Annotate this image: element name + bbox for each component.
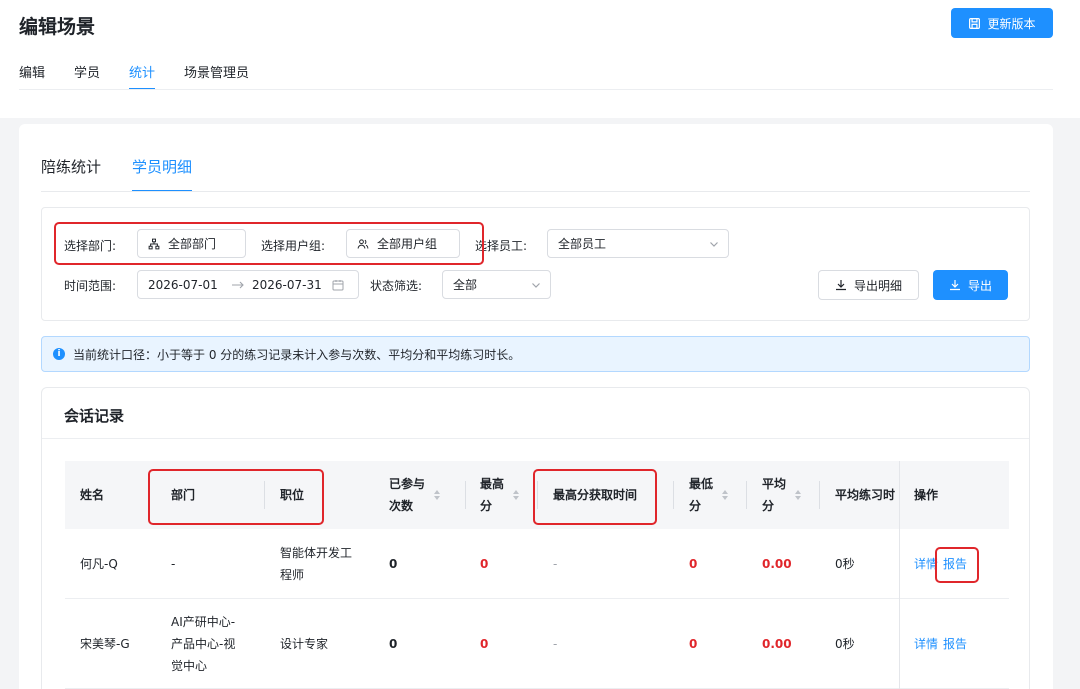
cell-max-score: 0 [480, 557, 489, 571]
cell-avg-score: 0.00 [762, 637, 792, 651]
sort-icon[interactable] [794, 489, 802, 501]
top-bar: 编辑场景 更新版本 编辑 学员 统计 场景管理员 [0, 0, 1080, 118]
session-records-panel: 会话记录 姓名 部门 职位 已参与 次数 最高分 最高分获取时间 最低分 平均 … [41, 387, 1030, 689]
column-separator [673, 481, 674, 509]
status-select-value: 全部 [453, 278, 478, 292]
column-separator [746, 481, 747, 509]
table-row: 何凡-Q - 智能体开发工 程师 0 0 - 0 0.00 0秒 详情 报告 [65, 529, 1009, 599]
status-select[interactable]: 全部 [442, 270, 551, 299]
column-separator [819, 481, 820, 509]
chevron-down-icon [710, 242, 718, 247]
top-tabs: 编辑 学员 统计 场景管理员 [19, 62, 278, 90]
cell-avg-duration: 0秒 [835, 637, 855, 651]
chevron-down-icon [532, 283, 540, 288]
download-icon [949, 280, 960, 291]
cell-avg-duration: 0秒 [835, 557, 855, 571]
page-title: 编辑场景 [19, 16, 96, 38]
export-detail-button[interactable]: 导出明细 [818, 270, 919, 300]
annotation-highlight-dept-position [148, 469, 324, 525]
export-label: 导出 [967, 278, 992, 293]
calendar-icon [332, 280, 344, 291]
arrow-right-icon [232, 281, 244, 289]
export-button[interactable]: 导出 [933, 270, 1008, 300]
column-participation-count-label: 已参与 次数 [389, 477, 426, 513]
cell-department: AI产研中心- 产品中心-视 觉中心 [171, 615, 236, 673]
column-max-score[interactable]: 最高分 [480, 461, 520, 529]
date-range-picker[interactable]: 2026-07-01 2026-07-31 [137, 270, 359, 299]
subtab-student-detail[interactable]: 学员明细 [132, 156, 193, 192]
save-icon [969, 17, 981, 29]
sort-icon[interactable] [721, 489, 729, 501]
date-start[interactable]: 2026-07-01 [148, 278, 218, 292]
column-actions: 操作 [914, 488, 939, 502]
update-version-button[interactable]: 更新版本 [951, 8, 1053, 38]
stats-notice: i 当前统计口径：小于等于 0 分的练习记录未计入参与次数、平均分和平均练习时长… [41, 336, 1030, 372]
status-filter-label: 状态筛选: [370, 279, 423, 293]
export-detail-label: 导出明细 [853, 278, 902, 293]
column-avg-score-label: 平均分 [762, 477, 787, 513]
sort-icon[interactable] [512, 489, 520, 501]
cell-participation-count: 0 [389, 557, 398, 571]
column-avg-duration: 平均练习时 [835, 488, 896, 502]
cell-max-score: 0 [480, 637, 489, 651]
notice-text: 当前统计口径：小于等于 0 分的练习记录未计入参与次数、平均分和平均练习时长。 [73, 347, 521, 362]
tab-students[interactable]: 学员 [74, 62, 100, 90]
info-icon: i [53, 348, 65, 360]
cell-actions: 详情 报告 [914, 633, 972, 655]
annotation-highlight-report [935, 547, 979, 583]
cell-position: 设计专家 [280, 637, 329, 651]
column-min-score-label: 最低分 [689, 477, 714, 513]
cell-max-score-time: - [553, 637, 558, 651]
cell-participation-count: 0 [389, 637, 398, 651]
staff-select-value: 全部员工 [558, 237, 607, 251]
cell-name: 宋美琴-G [80, 637, 130, 651]
tab-edit[interactable]: 编辑 [19, 62, 45, 90]
table-row: 宋美琴-G AI产研中心- 产品中心-视 觉中心 设计专家 0 0 - 0 0.00… [65, 599, 1009, 689]
cell-position: 智能体开发工 程师 [280, 546, 353, 582]
cell-min-score: 0 [689, 557, 698, 571]
column-participation-count[interactable]: 已参与 次数 [389, 461, 441, 529]
cell-min-score: 0 [689, 637, 698, 651]
detail-link[interactable]: 详情 [914, 633, 938, 655]
download-icon [835, 280, 846, 291]
annotation-highlight-max-time [533, 469, 657, 525]
subtab-training-stats[interactable]: 陪练统计 [41, 156, 101, 192]
fixed-column-shadow [899, 529, 900, 599]
column-name: 姓名 [80, 488, 105, 502]
date-end[interactable]: 2026-07-31 [252, 278, 322, 292]
cell-avg-score: 0.00 [762, 557, 792, 571]
tab-scene-admins[interactable]: 场景管理员 [184, 62, 249, 90]
fixed-column-shadow [899, 461, 900, 529]
records-title: 会话记录 [64, 407, 125, 425]
sort-icon[interactable] [433, 489, 441, 501]
content-card: 陪练统计 学员明细 选择部门: 全部部门 选择用户组: 全部用户组 选择员工: … [19, 124, 1053, 689]
filter-panel: 选择部门: 全部部门 选择用户组: 全部用户组 选择员工: 全部员工 时间范围:… [41, 207, 1030, 321]
cell-max-score-time: - [553, 557, 558, 571]
sub-tabs: 陪练统计 学员明细 [41, 156, 223, 192]
cell-department: - [171, 557, 176, 571]
column-max-score-label: 最高分 [480, 477, 505, 513]
column-separator [465, 481, 466, 509]
update-version-label: 更新版本 [987, 16, 1036, 31]
time-range-label: 时间范围: [64, 279, 117, 293]
report-link[interactable]: 报告 [943, 633, 967, 655]
fixed-column-shadow [899, 599, 900, 689]
tab-statistics[interactable]: 统计 [129, 62, 156, 90]
staff-select[interactable]: 全部员工 [547, 229, 729, 258]
column-min-score[interactable]: 最低分 [689, 461, 729, 529]
divider [19, 89, 1053, 90]
cell-name: 何凡-Q [80, 557, 118, 571]
divider [42, 438, 1029, 439]
annotation-highlight-filters [54, 222, 484, 265]
divider [41, 191, 1030, 192]
column-avg-score[interactable]: 平均分 [762, 461, 802, 529]
